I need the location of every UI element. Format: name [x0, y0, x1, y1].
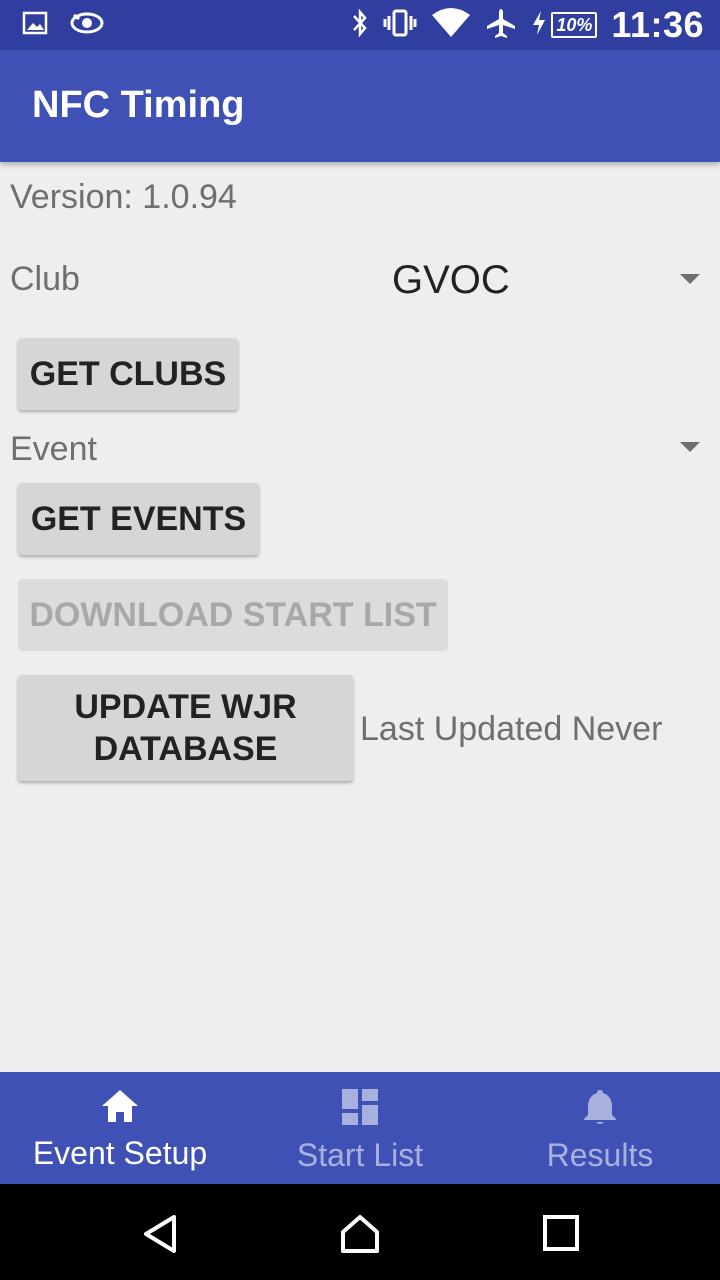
main-content: Version: 1.0.94 Club GVOC GET CLUBS Even…	[0, 162, 720, 1072]
home-icon	[100, 1088, 140, 1129]
get-clubs-button[interactable]: GET CLUBS	[18, 338, 238, 410]
battery-indicator: 10%	[531, 10, 598, 41]
airplane-icon	[485, 7, 517, 44]
charging-icon	[531, 10, 547, 41]
nav-label-event-setup: Event Setup	[32, 1135, 208, 1171]
bluetooth-icon	[351, 8, 369, 43]
eye-icon	[70, 10, 104, 41]
home-nav-icon[interactable]	[340, 1214, 380, 1259]
event-label: Event	[10, 430, 97, 468]
app-title: NFC Timing	[32, 84, 245, 126]
nav-label-start-list: Start List	[296, 1137, 424, 1173]
bottom-navigation: Event Setup Start List Results	[0, 1072, 720, 1184]
vibrate-icon	[383, 8, 417, 43]
nav-item-results[interactable]: Results	[480, 1072, 720, 1184]
club-dropdown-arrow-icon[interactable]	[680, 274, 700, 284]
system-navigation-bar	[0, 1184, 720, 1280]
update-wjr-database-button[interactable]: UPDATE WJR DATABASE	[18, 675, 353, 781]
download-start-list-button[interactable]: DOWNLOAD START LIST	[18, 579, 448, 651]
battery-level: 10%	[551, 12, 598, 38]
nav-label-results: Results	[546, 1137, 654, 1173]
wifi-icon	[431, 7, 471, 44]
event-dropdown-arrow-icon[interactable]	[680, 442, 700, 452]
clock: 11:36	[611, 4, 704, 45]
nav-item-event-setup[interactable]: Event Setup	[0, 1072, 240, 1184]
get-events-button[interactable]: GET EVENTS	[18, 483, 259, 555]
status-bar: 10% 11:36	[0, 0, 720, 50]
image-icon	[22, 10, 48, 41]
bell-icon	[582, 1088, 618, 1131]
club-label: Club	[10, 260, 80, 298]
version-text: Version: 1.0.94	[10, 178, 237, 216]
club-selected-value[interactable]: GVOC	[392, 258, 510, 303]
recents-icon[interactable]	[542, 1214, 580, 1257]
back-icon[interactable]	[140, 1214, 180, 1259]
update-db-label-line1: UPDATE WJR	[74, 688, 297, 726]
app-bar: NFC Timing	[0, 50, 720, 162]
last-updated-text: Last Updated Never	[360, 710, 663, 748]
update-db-label-line2: DATABASE	[93, 730, 278, 768]
nav-item-start-list[interactable]: Start List	[240, 1072, 480, 1184]
dashboard-icon	[341, 1088, 379, 1131]
